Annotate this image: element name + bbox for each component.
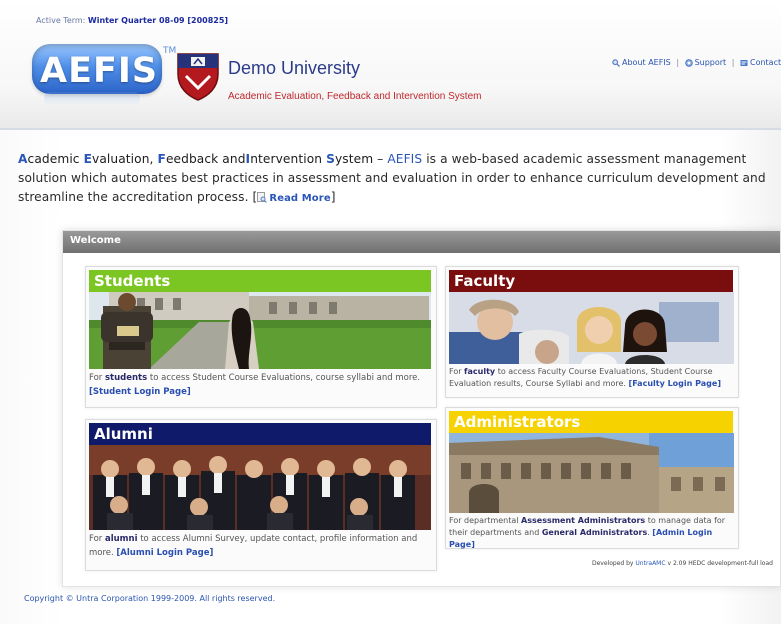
intro-aefis: AEFIS	[387, 152, 423, 166]
desc-text: For departmental	[449, 516, 522, 525]
students-photo	[89, 292, 431, 369]
intro-letter-a: A	[18, 152, 28, 166]
faculty-login-link[interactable]: [Faculty Login Page]	[629, 379, 721, 388]
trademark-mark: TM	[163, 46, 177, 56]
administrators-card[interactable]: Administrators For departmental Assessme…	[445, 407, 739, 549]
intro-dash: –	[373, 152, 388, 166]
welcome-title: Welcome	[70, 235, 121, 246]
active-term: Active Term: Winter Quarter 08-09 [20082…	[36, 16, 228, 25]
read-more-link[interactable]: Read More	[269, 193, 330, 204]
support-link[interactable]: Support	[695, 58, 727, 67]
administrators-description: For departmental Assessment Administrato…	[449, 515, 731, 551]
faculty-card[interactable]: Faculty For faculty to access Faculty Co…	[445, 266, 739, 398]
faculty-card-title: Faculty	[449, 270, 733, 292]
document-magnifier-icon	[257, 192, 268, 203]
university-shield-icon	[177, 53, 219, 101]
desc-bold: alumni	[104, 534, 138, 544]
intro-letter-e: E	[83, 152, 93, 166]
desc-bold: students	[104, 373, 148, 383]
welcome-panel-header: Welcome	[63, 231, 780, 253]
welcome-panel: Welcome Students For students to access …	[62, 230, 781, 587]
alumni-card-title: Alumni	[89, 423, 431, 445]
desc-bold: Assessment Administrators	[521, 516, 646, 525]
active-term-label: Active Term:	[36, 16, 86, 25]
about-aefis-link[interactable]: About AEFIS	[622, 58, 671, 67]
intro-letter-f: F	[157, 152, 166, 166]
link-separator: |	[676, 58, 680, 67]
logo-reflection	[44, 92, 140, 106]
faculty-image	[449, 292, 734, 364]
desc-text: For	[449, 367, 465, 376]
active-term-value: Winter Quarter 08-09 [200825]	[87, 16, 229, 25]
aefis-logo-text: AEFIS	[40, 51, 159, 91]
intro-paragraph: Academic Evaluation, Feedback andInterve…	[18, 150, 768, 208]
administration-building-image	[449, 433, 734, 513]
students-card-title: Students	[89, 270, 431, 292]
developed-by: Developed by UntraAMC v 2.09 HEDC develo…	[592, 560, 773, 567]
intro-letter-s: S	[326, 152, 335, 166]
intro-word-feedback: eedback and	[165, 152, 246, 166]
intro-word-evaluation: valuation,	[92, 152, 158, 166]
administrators-card-title: Administrators	[449, 411, 733, 433]
alumni-description: For alumni to access Alumni Survey, upda…	[89, 532, 429, 560]
desc-bold: General Administrators	[541, 528, 648, 537]
intro-word-academic: cademic	[27, 152, 84, 166]
alumni-login-link[interactable]: [Alumni Login Page]	[116, 548, 213, 558]
intro-close-bracket: ]	[330, 190, 336, 204]
aefis-home-page: Active Term: Winter Quarter 08-09 [20082…	[0, 0, 781, 624]
contact-card-icon	[740, 59, 748, 66]
site-header: Active Term: Winter Quarter 08-09 [20082…	[0, 0, 781, 130]
students-card[interactable]: Students For students to access Student …	[85, 266, 437, 408]
alumni-group-image	[89, 445, 431, 530]
developed-by-label: Developed by	[592, 560, 634, 567]
header-links: About AEFIS | Support | Contact Us	[612, 58, 781, 67]
system-name: Academic Evaluation, Feedback and Interv…	[228, 91, 482, 102]
link-separator: |	[731, 58, 735, 67]
alumni-photo	[89, 445, 431, 530]
contact-us-link[interactable]: Contact Us	[750, 58, 781, 67]
desc-bold: faculty	[464, 367, 496, 376]
students-campus-image	[89, 292, 431, 369]
magnifier-icon	[612, 58, 620, 67]
developer-link[interactable]: UntraAMC	[635, 560, 665, 567]
aefis-logo[interactable]: AEFIS	[32, 44, 162, 94]
university-name: Demo University	[228, 58, 361, 78]
students-description: For students to access Student Course Ev…	[89, 371, 429, 399]
desc-text: to access Student Course Evaluations, co…	[147, 373, 421, 383]
copyright: Copyright © Untra Corporation 1999-2009.…	[24, 594, 276, 603]
administrators-photo	[449, 433, 734, 513]
desc-text: For	[89, 373, 105, 383]
alumni-card[interactable]: Alumni For alumni to access Alumni Surve…	[85, 419, 437, 571]
faculty-description: For faculty to access Faculty Course Eva…	[449, 366, 731, 390]
intro-word-system: ystem	[334, 152, 374, 166]
intro-word-intervention: ntervention	[250, 152, 327, 166]
support-icon	[684, 58, 693, 67]
version-text: v 2.09 HEDC development-full load	[667, 560, 773, 567]
faculty-photo	[449, 292, 734, 364]
desc-text: For	[89, 534, 105, 544]
student-login-link[interactable]: [Student Login Page]	[89, 387, 191, 397]
